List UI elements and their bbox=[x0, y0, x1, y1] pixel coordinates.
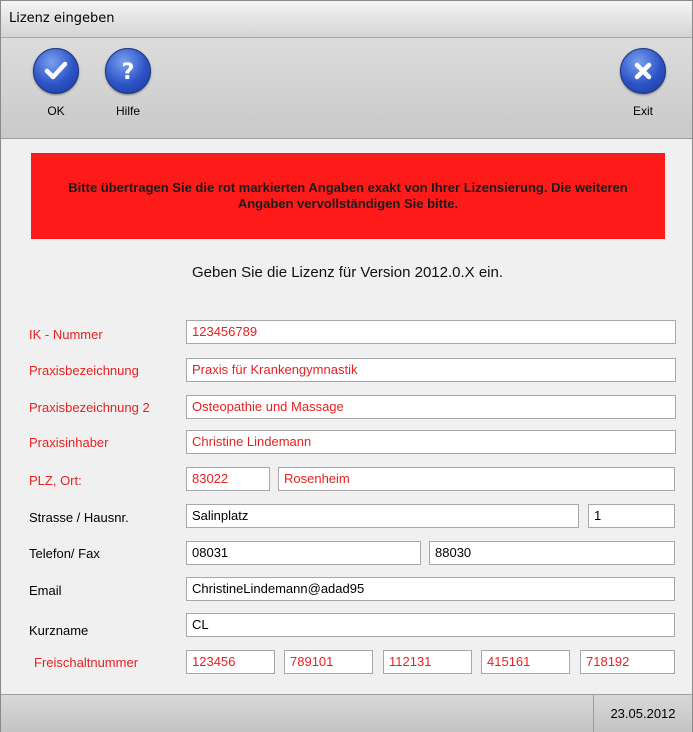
ort-field[interactable]: Rosenheim bbox=[278, 467, 675, 491]
help-label: Hilfe bbox=[115, 104, 140, 118]
praxis-field[interactable]: Praxis für Krankengymnastik bbox=[186, 358, 676, 382]
form-area: Bitte übertragen Sie die rot markierten … bbox=[1, 139, 692, 694]
praxis-label: Praxisbezeichnung bbox=[29, 363, 139, 378]
plz-label: PLZ, Ort: bbox=[29, 473, 82, 488]
strasse-field[interactable]: Salinplatz bbox=[186, 504, 579, 528]
instruction-heading: Geben Sie die Lizenz für Version 2012.0.… bbox=[191, 264, 504, 281]
ok-button[interactable]: OK bbox=[26, 48, 86, 130]
strasse-label: Strasse / Hausnr. bbox=[29, 510, 129, 525]
kurzname-field[interactable]: CL bbox=[186, 613, 675, 637]
ik-field[interactable]: 123456789 bbox=[186, 320, 676, 344]
question-icon: ? bbox=[105, 48, 151, 94]
checkmark-icon bbox=[33, 48, 79, 94]
warning-text: Bitte übertragen Sie die rot markierten … bbox=[68, 180, 628, 211]
status-date: 23.05.2012 bbox=[593, 695, 692, 732]
window-title: Lizenz eingeben bbox=[9, 11, 115, 26]
help-button[interactable]: ? Hilfe bbox=[98, 48, 158, 130]
freischalt-field-1[interactable]: 123456 bbox=[186, 650, 275, 674]
license-dialog: Lizenz eingeben OK ? Hilfe Exit Bitte üb… bbox=[0, 0, 693, 732]
close-icon bbox=[620, 48, 666, 94]
exit-button[interactable]: Exit bbox=[613, 48, 673, 130]
toolbar: OK ? Hilfe Exit bbox=[1, 38, 692, 139]
praxis2-label: Praxisbezeichnung 2 bbox=[29, 400, 150, 415]
svg-text:?: ? bbox=[122, 60, 135, 85]
exit-label: Exit bbox=[632, 104, 653, 118]
hausnr-field[interactable]: 1 bbox=[588, 504, 675, 528]
freischalt-field-2[interactable]: 789101 bbox=[284, 650, 373, 674]
status-bar: 23.05.2012 bbox=[1, 694, 692, 732]
fax-field[interactable]: 88030 bbox=[429, 541, 675, 565]
inhaber-label: Praxisinhaber bbox=[29, 435, 109, 450]
freischalt-field-4[interactable]: 415161 bbox=[481, 650, 570, 674]
telefon-field[interactable]: 08031 bbox=[186, 541, 421, 565]
email-field[interactable]: ChristineLindemann@adad95 bbox=[186, 577, 675, 601]
email-label: Email bbox=[29, 583, 62, 598]
ik-label: IK - Nummer bbox=[29, 327, 103, 342]
plz-field[interactable]: 83022 bbox=[186, 467, 270, 491]
warning-banner: Bitte übertragen Sie die rot markierten … bbox=[31, 153, 665, 239]
freischalt-field-5[interactable]: 718192 bbox=[580, 650, 675, 674]
praxis2-field[interactable]: Osteopathie und Massage bbox=[186, 395, 676, 419]
kurzname-label: Kurzname bbox=[29, 623, 89, 638]
freischalt-field-3[interactable]: 112131 bbox=[383, 650, 472, 674]
ok-label: OK bbox=[47, 104, 65, 118]
freischalt-label: Freischaltnummer bbox=[34, 655, 139, 670]
telefon-label: Telefon/ Fax bbox=[29, 546, 100, 561]
inhaber-field[interactable]: Christine Lindemann bbox=[186, 430, 676, 454]
title-bar: Lizenz eingeben bbox=[1, 1, 692, 38]
